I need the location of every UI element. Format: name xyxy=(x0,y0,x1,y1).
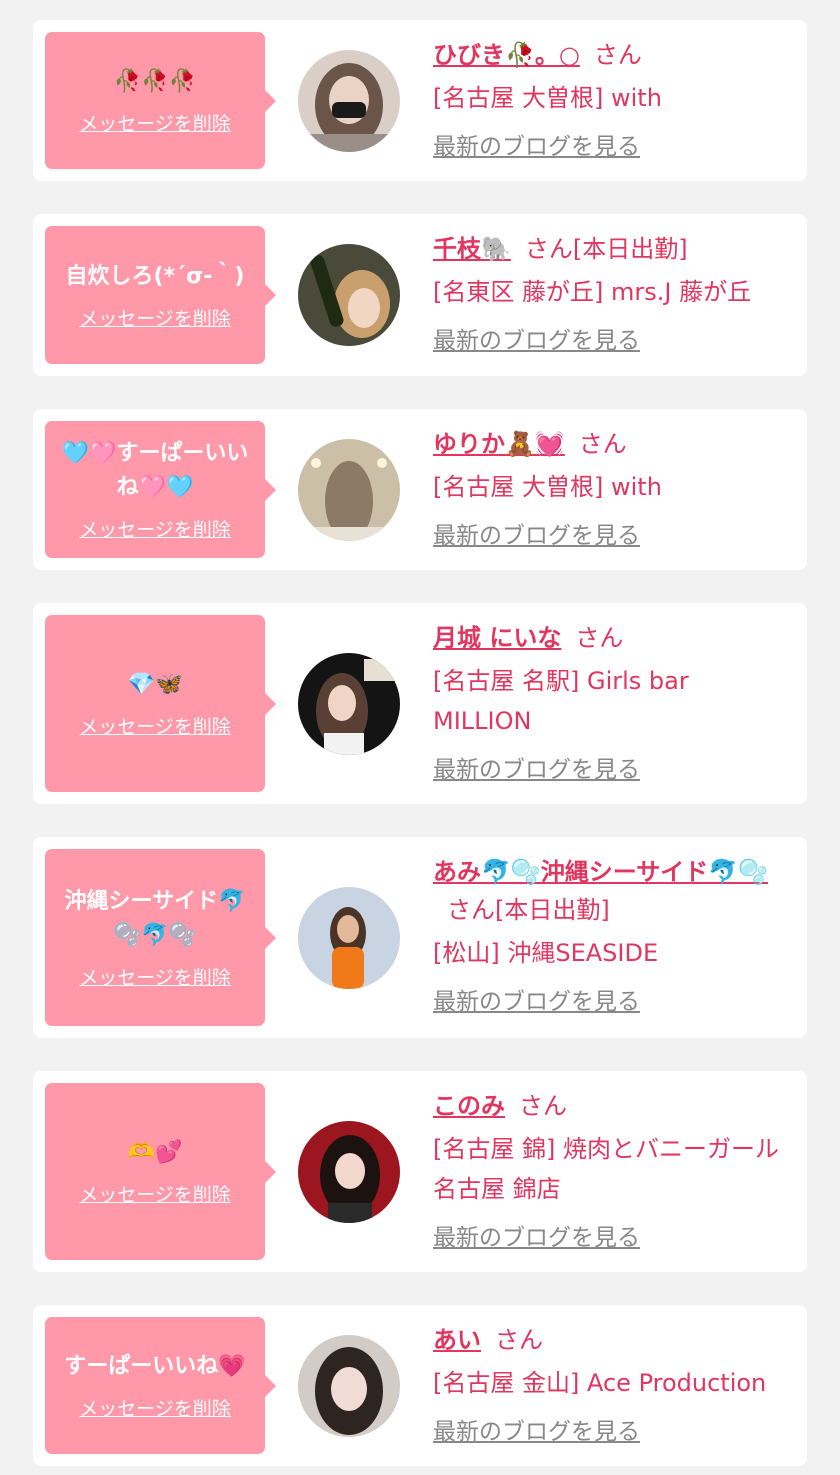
cast-info: 月城 にいな さん [名古屋 名駅] Girls bar MILLION 最新のブ… xyxy=(433,619,787,787)
message-card: 🩵🩷すーぱーいいね🩷🩵 メッセージを削除 ゆりか🧸💓 さん [名古屋 大曽根] w… xyxy=(33,409,807,570)
message-bubble: 💎🦋 メッセージを削除 xyxy=(45,615,276,792)
avatar[interactable] xyxy=(298,1120,400,1223)
cast-name-link[interactable]: ゆりか🧸💓 xyxy=(433,430,565,458)
cast-info: ひびき🥀。○ さん [名古屋 大曽根] with 最新のブログを見る xyxy=(433,36,787,164)
avatar[interactable] xyxy=(298,244,400,346)
avatar-photo xyxy=(298,49,400,152)
delete-message-link[interactable]: メッセージを削除 xyxy=(79,109,231,136)
cast-name-link[interactable]: あみ🐬🫧沖縄シーサイド🐬🫧 xyxy=(433,858,768,886)
latest-blog-link[interactable]: 最新のブログを見る xyxy=(433,985,640,1019)
honorific: さん[本日出勤] xyxy=(447,896,610,924)
honorific: さん xyxy=(519,1092,567,1120)
delete-message-link[interactable]: メッセージを削除 xyxy=(79,963,231,990)
cast-name-link[interactable]: あい xyxy=(433,1326,481,1354)
message-card: 💎🦋 メッセージを削除 月城 にいな さん [名古屋 名駅] Girls bar … xyxy=(33,603,807,804)
honorific: さん xyxy=(575,624,624,652)
message-bubble: すーぱーいいね💗 メッセージを削除 xyxy=(45,1317,276,1454)
honorific: さん xyxy=(578,430,627,458)
message-bubble: 自炊しろ(*´σ-｀) メッセージを削除 xyxy=(45,226,276,364)
shop-info: [名古屋 錦] 焼肉とバニーガール 名古屋 錦店 xyxy=(433,1135,779,1203)
cast-name-line: ゆりか🧸💓 さん xyxy=(433,425,787,463)
delete-message-link[interactable]: メッセージを削除 xyxy=(79,712,231,739)
message-list: 🥀🥀🥀 メッセージを削除 ひびき🥀。○ さん [名古屋 大曽根] with 最新の… xyxy=(0,0,840,1475)
message-text: 🥀🥀🥀 xyxy=(113,69,197,94)
cast-name-line: あい さん xyxy=(433,1321,787,1359)
avatar[interactable] xyxy=(298,886,400,989)
cast-info: このみ さん [名古屋 錦] 焼肉とバニーガール 名古屋 錦店 最新のブログを見る xyxy=(433,1087,787,1255)
cast-name-link[interactable]: 千枝🐘 xyxy=(433,235,511,263)
cast-name-link[interactable]: 月城 にいな xyxy=(433,624,561,652)
avatar-photo xyxy=(298,1120,400,1223)
avatar[interactable] xyxy=(298,438,400,541)
message-bubble: 沖縄シーサイド🐬🫧🐬🫧 メッセージを削除 xyxy=(45,849,276,1026)
latest-blog-link[interactable]: 最新のブログを見る xyxy=(433,130,640,164)
latest-blog-link[interactable]: 最新のブログを見る xyxy=(433,753,640,787)
message-bubble: 🫶💕 メッセージを削除 xyxy=(45,1083,276,1260)
honorific: さん xyxy=(593,41,642,69)
avatar-photo xyxy=(298,1334,400,1437)
message-text: すーぱーいいね💗 xyxy=(64,1354,246,1379)
delete-message-link[interactable]: メッセージを削除 xyxy=(79,1180,231,1207)
avatar[interactable] xyxy=(298,1334,400,1437)
message-card: 🥀🥀🥀 メッセージを削除 ひびき🥀。○ さん [名古屋 大曽根] with 最新の… xyxy=(33,20,807,181)
avatar[interactable] xyxy=(298,652,400,755)
cast-name-line: ひびき🥀。○ さん xyxy=(433,36,787,74)
shop-info: [名古屋 名駅] Girls bar MILLION xyxy=(433,667,689,735)
message-text: 💎🦋 xyxy=(127,672,183,697)
latest-blog-link[interactable]: 最新のブログを見る xyxy=(433,324,640,358)
cast-name-link[interactable]: このみ xyxy=(433,1092,505,1120)
message-bubble: 🩵🩷すーぱーいいね🩷🩵 メッセージを削除 xyxy=(45,421,276,558)
latest-blog-link[interactable]: 最新のブログを見る xyxy=(433,1415,640,1449)
shop-info: [名古屋 大曽根] with xyxy=(433,84,662,112)
avatar-photo xyxy=(298,886,400,989)
cast-info: 千枝🐘 さん[本日出勤] [名東区 藤が丘] mrs.J 藤が丘 最新のブログを見… xyxy=(433,230,787,358)
message-text: 自炊しろ(*´σ-｀) xyxy=(65,263,245,289)
message-card: 自炊しろ(*´σ-｀) メッセージを削除 千枝🐘 さん[本日出勤] [名東区 藤が… xyxy=(33,214,807,376)
message-text: 🩵🩷すーぱーいいね🩷🩵 xyxy=(61,441,249,500)
latest-blog-link[interactable]: 最新のブログを見る xyxy=(433,1221,640,1255)
cast-info: あい さん [名古屋 金山] Ace Production 最新のブログを見る xyxy=(433,1321,787,1449)
cast-name-line: 千枝🐘 さん[本日出勤] xyxy=(433,230,787,268)
delete-message-link[interactable]: メッセージを削除 xyxy=(79,515,231,542)
cast-name-line: このみ さん xyxy=(433,1087,787,1125)
message-card: 🫶💕 メッセージを削除 このみ さん [名古屋 錦] 焼肉とバニーガール 名古屋 … xyxy=(33,1071,807,1272)
message-bubble: 🥀🥀🥀 メッセージを削除 xyxy=(45,32,276,169)
cast-info: ゆりか🧸💓 さん [名古屋 大曽根] with 最新のブログを見る xyxy=(433,425,787,553)
cast-info: あみ🐬🫧沖縄シーサイド🐬🫧 さん[本日出勤] [松山] 沖縄SEASIDE 最新の… xyxy=(433,853,787,1019)
honorific: さん xyxy=(495,1326,543,1354)
cast-name-line: あみ🐬🫧沖縄シーサイド🐬🫧 さん[本日出勤] xyxy=(433,853,787,929)
shop-info: [名東区 藤が丘] mrs.J 藤が丘 xyxy=(433,278,752,306)
cast-name-line: 月城 にいな さん xyxy=(433,619,787,657)
avatar-photo xyxy=(298,244,400,346)
shop-info: [名古屋 金山] Ace Production xyxy=(433,1369,767,1397)
delete-message-link[interactable]: メッセージを削除 xyxy=(79,1394,231,1421)
cast-name-link[interactable]: ひびき🥀。○ xyxy=(433,41,580,69)
message-card: すーぱーいいね💗 メッセージを削除 あい さん [名古屋 金山] Ace Prod… xyxy=(33,1305,807,1466)
delete-message-link[interactable]: メッセージを削除 xyxy=(79,304,231,331)
message-card: 沖縄シーサイド🐬🫧🐬🫧 メッセージを削除 あみ🐬🫧沖縄シーサイド🐬🫧 さん[本日出… xyxy=(33,837,807,1038)
shop-info: [名古屋 大曽根] with xyxy=(433,473,662,501)
avatar[interactable] xyxy=(298,49,400,152)
shop-info: [松山] 沖縄SEASIDE xyxy=(433,939,659,967)
message-text: 沖縄シーサイド🐬🫧🐬🫧 xyxy=(64,889,246,948)
avatar-photo xyxy=(298,652,400,755)
avatar-photo xyxy=(298,438,400,541)
message-text: 🫶💕 xyxy=(127,1140,183,1165)
honorific: さん[本日出勤] xyxy=(524,235,688,263)
latest-blog-link[interactable]: 最新のブログを見る xyxy=(433,519,640,553)
